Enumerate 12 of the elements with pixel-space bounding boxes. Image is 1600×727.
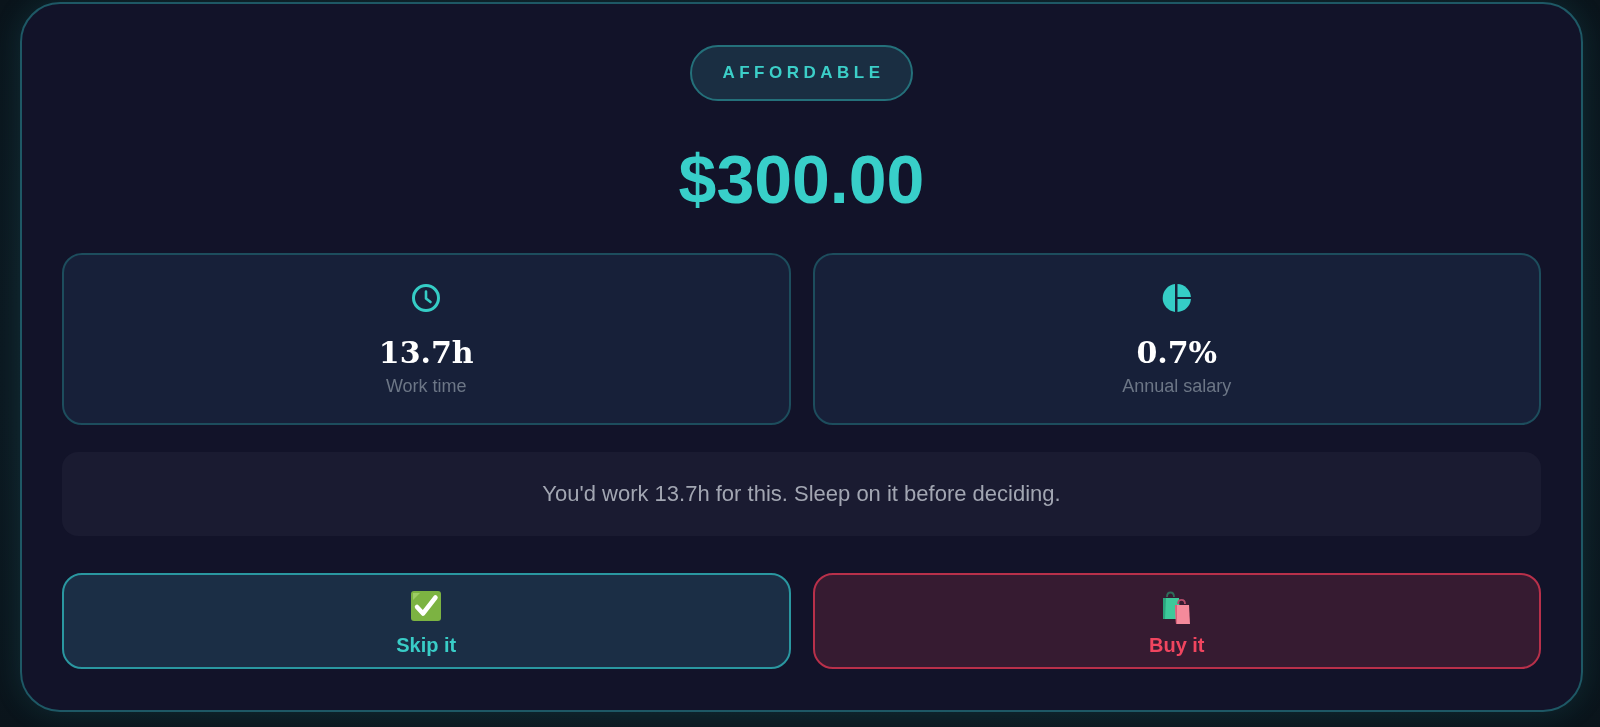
stat-value: 13.7h xyxy=(378,334,474,372)
clock-icon xyxy=(411,283,442,313)
check-mark-icon xyxy=(410,590,443,622)
advice-message: You'd work 13.7h for this. Sleep on it before deciding. xyxy=(62,452,1541,536)
pie-chart-icon xyxy=(1161,283,1192,313)
status-badge: AFFORDABLE xyxy=(690,45,913,101)
stat-label: Work time xyxy=(385,375,467,397)
stat-value: 0.7% xyxy=(1136,334,1218,372)
skip-button[interactable]: Skip it xyxy=(62,573,791,669)
price-amount: $300.00 xyxy=(678,140,925,219)
buy-button[interactable]: Buy it xyxy=(812,573,1541,669)
stat-label: Annual salary xyxy=(1122,375,1232,397)
